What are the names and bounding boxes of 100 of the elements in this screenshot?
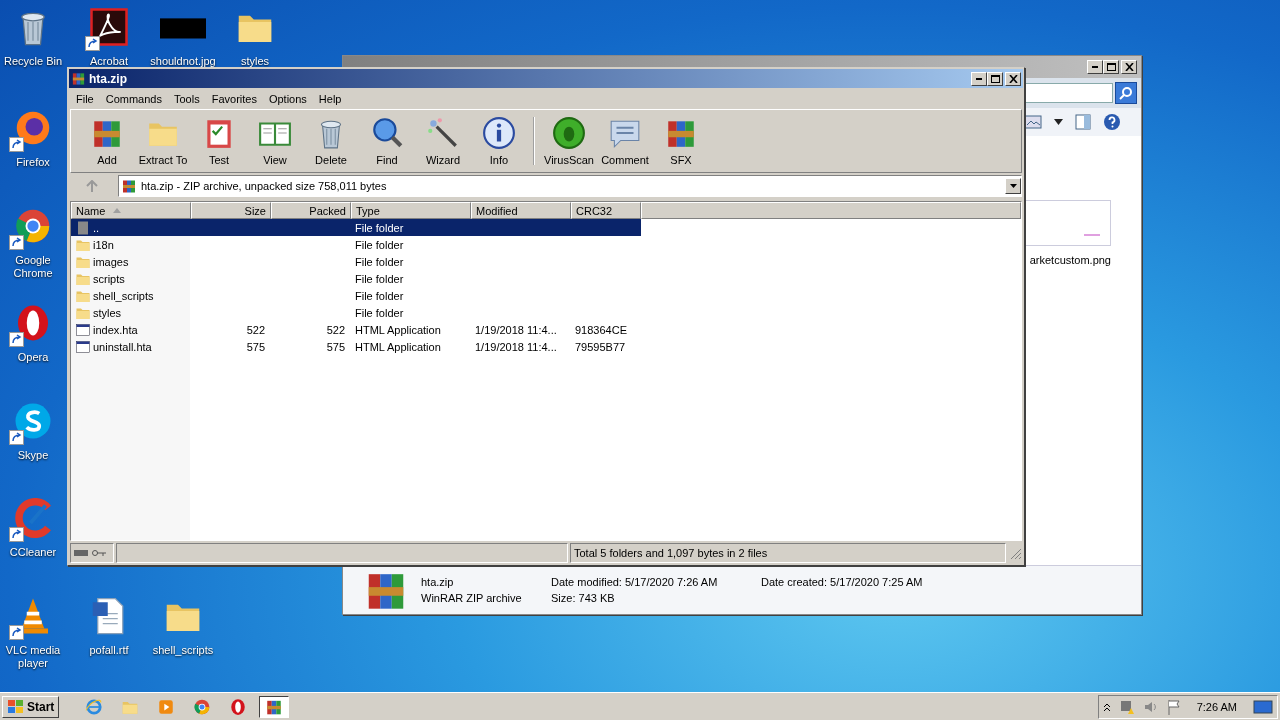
- minimize-button[interactable]: [971, 71, 987, 86]
- toolbar-button[interactable]: VirusScan: [541, 112, 597, 170]
- desktop-icon-label[interactable]: shell_scripts: [152, 644, 214, 657]
- desktop-icon-label[interactable]: Opera: [17, 351, 49, 364]
- table-cell-text: File folder: [354, 271, 405, 287]
- table-cell-text: HTML Application: [354, 339, 442, 355]
- file-row[interactable]: shell_scripts File folder: [71, 287, 641, 304]
- column-header[interactable]: CRC32: [571, 202, 641, 219]
- toolbar-button[interactable]: View: [247, 112, 303, 170]
- desktop-icon-label[interactable]: pofall.rtf: [89, 644, 129, 657]
- browser-icon: [193, 697, 212, 716]
- column-header[interactable]: Modified: [471, 202, 571, 219]
- desktop-icon-label[interactable]: Recycle Bin: [3, 55, 63, 68]
- file-name: scripts: [93, 272, 125, 285]
- play-icon: [157, 697, 176, 716]
- date-modified: Date modified: 5/17/2020 7:26 AM: [551, 576, 719, 588]
- pdf-icon: [89, 7, 129, 47]
- file-row[interactable]: index.hta 522 522 HTML Application 1/19/2018 11:4... 918364CE: [71, 321, 641, 338]
- menu-item[interactable]: Favorites: [205, 91, 263, 107]
- toolbar-button[interactable]: Find: [359, 112, 415, 170]
- help-button[interactable]: [1103, 113, 1121, 131]
- table-cell-text: File folder: [354, 254, 405, 270]
- desktop-icon-label[interactable]: Skype: [17, 449, 49, 462]
- minimize-button[interactable]: [1087, 60, 1103, 74]
- shortcut-arrow-icon: [9, 625, 24, 640]
- search-field[interactable]: [1023, 83, 1113, 103]
- table-cell-text: File folder: [354, 237, 405, 253]
- flag-icon[interactable]: [1166, 698, 1181, 715]
- desktop-icon-label[interactable]: Firefox: [16, 156, 50, 169]
- window-icon: [75, 321, 91, 338]
- column-header[interactable]: Name: [71, 202, 191, 219]
- menu-item[interactable]: Tools: [168, 91, 206, 107]
- file-row[interactable]: scripts File folder: [71, 270, 641, 287]
- search-icon: [370, 116, 404, 150]
- menu-item[interactable]: Options: [262, 91, 313, 107]
- file-row[interactable]: styles File folder: [71, 304, 641, 321]
- minimize-icon: [1092, 66, 1098, 68]
- column-header[interactable]: Type: [351, 202, 471, 219]
- clock[interactable]: 7:26 AM: [1196, 700, 1237, 713]
- file-name: styles: [93, 306, 122, 319]
- file-name: images: [93, 255, 129, 268]
- file-row[interactable]: .. File folder: [71, 219, 641, 236]
- menu-item[interactable]: Help: [312, 91, 348, 107]
- taskbar-button[interactable]: [259, 695, 290, 718]
- up-arrow-icon: [86, 180, 98, 192]
- file-name: index.hta: [93, 323, 138, 336]
- show-desktop-icon[interactable]: [1253, 698, 1273, 715]
- desktop-icon-label[interactable]: VLC media player: [0, 644, 66, 670]
- dropdown-button[interactable]: [1054, 119, 1063, 125]
- dropdown-button[interactable]: [1005, 178, 1021, 194]
- browser-icon: [229, 697, 248, 716]
- desktop-icon-label[interactable]: Acrobat: [90, 55, 128, 68]
- file-size: Size: 743 KB: [551, 592, 616, 604]
- address-field[interactable]: hta.zip - ZIP archive, unpacked size 758,011 bytes: [118, 175, 1022, 197]
- search-button[interactable]: [1115, 82, 1137, 104]
- chevron-icon[interactable]: [1102, 701, 1111, 712]
- table-cell-text: 79595B77: [574, 339, 627, 355]
- window-icon: [75, 338, 91, 355]
- close-icon: [1008, 74, 1018, 83]
- table-cell-text: File folder: [354, 288, 405, 304]
- toolbar-button[interactable]: Comment: [597, 112, 653, 170]
- toolbar-button[interactable]: Extract To: [135, 112, 191, 170]
- toolbar-button[interactable]: Test: [191, 112, 247, 170]
- shortcut-arrow-icon: [85, 36, 100, 51]
- status-text: Total 5 folders and 1,097 bytes in 2 files: [570, 543, 1006, 563]
- file-row[interactable]: uninstall.hta 575 575 HTML Application 1/19/2018 11:4... 79595B77: [71, 338, 641, 355]
- close-button[interactable]: [1005, 71, 1021, 86]
- image-thumbnail[interactable]: [1023, 200, 1111, 246]
- archive-icon: [121, 178, 137, 194]
- shortcut-arrow-icon: [9, 527, 24, 542]
- file-row[interactable]: i18n File folder: [71, 236, 641, 253]
- maximize-icon: [990, 74, 1000, 83]
- desktop-icon-label[interactable]: CCleaner: [9, 546, 57, 559]
- menu-item[interactable]: File: [70, 91, 100, 107]
- close-button[interactable]: [1121, 60, 1137, 74]
- toolbar-button[interactable]: Delete: [303, 112, 359, 170]
- table-cell-text: 575: [245, 339, 266, 355]
- toolbar-button[interactable]: SFX: [653, 112, 709, 170]
- file-label[interactable]: arketcustom.png: [1029, 254, 1111, 266]
- column-header[interactable]: Size: [191, 202, 271, 219]
- table-cell-text: 522: [325, 322, 346, 338]
- maximize-button[interactable]: [987, 71, 1003, 86]
- desktop-icon-label[interactable]: shouldnot.jpg: [150, 55, 216, 68]
- desktop-icon-label[interactable]: Google Chrome: [0, 254, 66, 280]
- toolbar-button[interactable]: Info: [471, 112, 527, 170]
- maximize-button[interactable]: [1103, 60, 1119, 74]
- toolbar-button[interactable]: Wizard: [415, 112, 471, 170]
- file-row[interactable]: images File folder: [71, 253, 641, 270]
- archive-icon: [71, 71, 86, 86]
- start-button[interactable]: Start: [2, 695, 60, 718]
- menu-item[interactable]: Commands: [99, 91, 168, 107]
- column-header[interactable]: Packed: [271, 202, 351, 219]
- browser-icon: [85, 697, 104, 716]
- desktop-icon-label[interactable]: styles: [240, 55, 270, 68]
- network-warning-icon[interactable]: [1118, 698, 1135, 715]
- caret-icon: [1009, 184, 1017, 188]
- chat-icon: [13, 401, 53, 441]
- table-cell-text: 918364CE: [574, 322, 628, 338]
- toolbar-button[interactable]: Add: [79, 112, 135, 170]
- brush-icon: [13, 498, 53, 538]
